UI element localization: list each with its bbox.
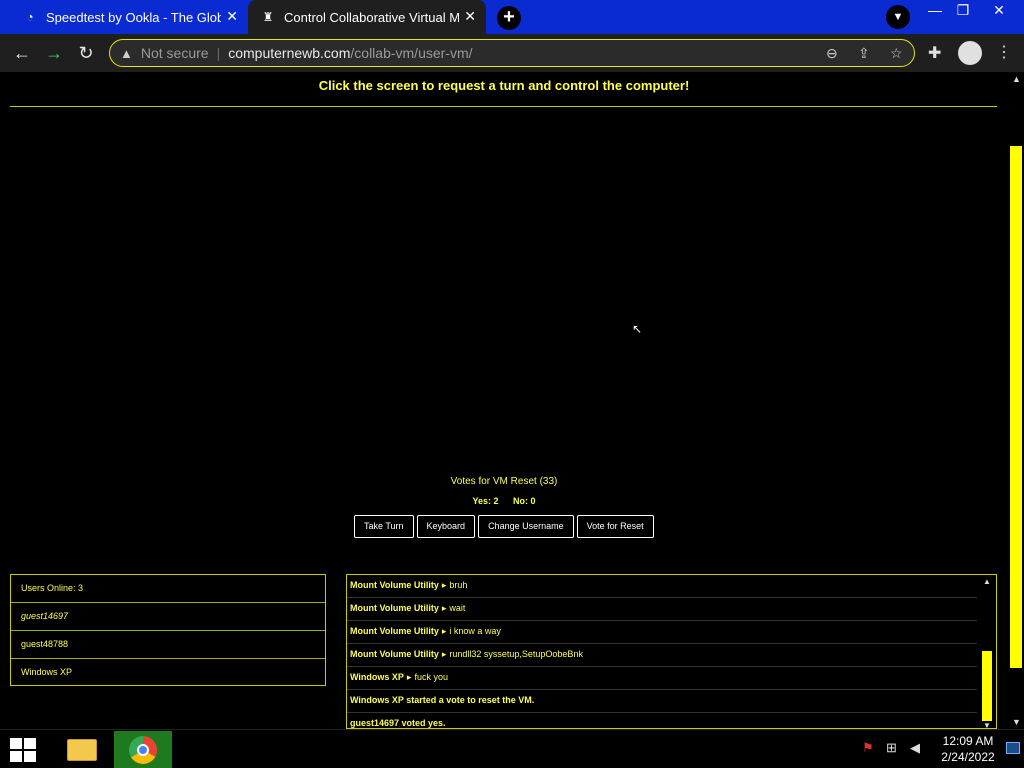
chat-text: rundll32 syssetup,SetupOobeBnk xyxy=(449,649,583,659)
security-label[interactable]: Not secure xyxy=(141,45,209,61)
user-list-item[interactable]: Windows XP xyxy=(11,659,325,687)
user-list-item[interactable]: guest14697 xyxy=(11,603,325,631)
clock-time: 12:09 AM xyxy=(942,734,994,748)
page-scroll-thumb[interactable] xyxy=(1010,146,1022,668)
action-center-flag-icon[interactable]: ⚑ xyxy=(862,740,874,756)
menu-icon[interactable]: ⋮ xyxy=(996,42,1012,62)
mouse-cursor-icon: ↖ xyxy=(632,322,643,336)
back-icon[interactable]: ← xyxy=(10,41,34,65)
chrome-taskbar-button[interactable] xyxy=(114,731,172,768)
minimize-button[interactable]: — xyxy=(920,2,950,22)
tab-title: Speedtest by Ookla - The Global Broadban… xyxy=(46,9,221,25)
divider xyxy=(10,106,997,107)
chat-arrow: ▸ xyxy=(441,580,447,590)
chat-message: Mount Volume Utility ▸ i know a way xyxy=(347,621,977,644)
tab-speedtest[interactable]: ◔ Speedtest by Ookla - The Global Broadb… xyxy=(8,0,248,34)
chat-text: bruh xyxy=(449,580,468,590)
extensions-icon[interactable]: ✚ xyxy=(928,43,941,63)
take-turn-button[interactable]: Take Turn xyxy=(354,515,414,538)
start-pane xyxy=(24,751,36,762)
scroll-up-icon[interactable]: ▲ xyxy=(983,577,991,586)
scroll-down-icon[interactable]: ▼ xyxy=(1012,717,1021,727)
page-content: Click the screen to request a turn and c… xyxy=(0,72,1008,729)
taskbar: ⚑ ⊞ ◀ 12:09 AM 2/24/2022 xyxy=(0,729,1024,768)
page-headline: Click the screen to request a turn and c… xyxy=(318,78,690,93)
vote-yes-count: Yes: 2 xyxy=(472,496,499,506)
close-icon[interactable]: ✕ xyxy=(226,8,238,25)
chat-arrow: ▸ xyxy=(441,603,447,613)
windows-start-icon[interactable] xyxy=(10,738,36,762)
chat-message: Mount Volume Utility ▸ rundll32 syssetup,S… xyxy=(347,644,977,667)
chrome-icon-core xyxy=(137,743,149,756)
system-clock[interactable]: 12:09 AM 2/24/2022 xyxy=(935,733,1001,765)
chat-message: Mount Volume Utility ▸ wait xyxy=(347,598,977,621)
start-pane xyxy=(24,738,36,749)
page-scrollbar[interactable]: ▲ ▼ xyxy=(1008,72,1024,729)
close-icon[interactable]: ✕ xyxy=(464,8,476,25)
user-list-item[interactable]: guest48788 xyxy=(11,631,325,659)
vote-title: Votes for VM Reset (33) xyxy=(450,476,558,487)
divider: | xyxy=(216,45,221,61)
start-pane xyxy=(10,738,22,749)
action-buttons: Take Turn Keyboard Change Username Vote … xyxy=(354,515,654,538)
chrome-icon xyxy=(129,735,157,764)
chat-system-message: Windows XP started a vote to reset the V… xyxy=(347,690,977,713)
chat-username: Mount Volume Utility xyxy=(350,649,439,659)
warning-icon[interactable]: ▲ xyxy=(120,46,133,61)
url-host[interactable]: computernewb.com xyxy=(228,45,350,61)
chat-username: Mount Volume Utility xyxy=(350,626,439,636)
chat-arrow: ▸ xyxy=(441,649,447,659)
chat-arrow: ▸ xyxy=(406,672,412,682)
chat-message: Windows XP ▸ fuck you xyxy=(347,667,977,690)
chat-scroll-thumb[interactable] xyxy=(982,651,992,721)
chat-text: i know a way xyxy=(449,626,501,636)
speedtest-icon: ◔ xyxy=(26,10,34,24)
address-bar[interactable]: ▲ Not secure | computernewb.com /collab-… xyxy=(109,39,915,67)
chat-system-message: guest14697 voted yes. xyxy=(347,713,977,728)
scroll-down-icon[interactable]: ▼ xyxy=(983,721,991,728)
tab-title: Control Collaborative Virtual Machine xyxy=(284,9,459,25)
chat-text: fuck you xyxy=(414,672,448,682)
share-icon[interactable]: ⇪ xyxy=(858,45,870,62)
chat-panel: Mount Volume Utility ▸ bruh Mount Volume U… xyxy=(346,574,997,729)
vote-reset-button[interactable]: Vote for Reset xyxy=(576,515,654,538)
chat-scrollbar[interactable]: ▲ ▼ xyxy=(980,575,994,728)
change-username-button[interactable]: Change Username xyxy=(478,515,574,538)
url-path[interactable]: /collab-vm/user-vm/ xyxy=(350,45,472,61)
clock-date: 2/24/2022 xyxy=(941,750,995,764)
tab-search-icon[interactable]: ▼ xyxy=(886,5,910,29)
chat-text: wait xyxy=(449,603,466,613)
vote-counts: Yes: 2 No: 0 xyxy=(0,496,1008,506)
profile-avatar[interactable] xyxy=(958,41,982,65)
vm-display[interactable]: ↖ xyxy=(10,108,997,470)
keyboard-button[interactable]: Keyboard xyxy=(416,515,476,538)
browser-toolbar: ← → ↻ ▲ Not secure | computernewb.com /c… xyxy=(0,34,1024,72)
forward-icon[interactable]: → xyxy=(42,41,66,65)
scroll-up-icon[interactable]: ▲ xyxy=(1012,74,1021,84)
zoom-icon[interactable]: ⊖ xyxy=(826,45,838,62)
collabvm-icon: ♜ xyxy=(262,10,274,24)
tab-collabvm[interactable]: ♜ Control Collaborative Virtual Machine … xyxy=(248,0,486,34)
chat-username: Mount Volume Utility xyxy=(350,603,439,613)
start-pane xyxy=(10,751,22,762)
vote-no-count: No: 0 xyxy=(513,496,536,506)
show-desktop-icon[interactable] xyxy=(1006,742,1020,754)
window-close-button[interactable]: ✕ xyxy=(984,2,1014,22)
chat-username: Mount Volume Utility xyxy=(350,580,439,590)
browser-tab-bar: ◔ Speedtest by Ookla - The Global Broadb… xyxy=(0,0,1024,34)
volume-muted-icon[interactable]: ◀ xyxy=(910,740,920,756)
new-tab-button[interactable]: + xyxy=(497,6,521,30)
bookmark-star-icon[interactable]: ☆ xyxy=(890,45,903,62)
chat-username: Windows XP xyxy=(350,672,404,682)
reload-icon[interactable]: ↻ xyxy=(74,41,98,65)
chat-message: Mount Volume Utility ▸ bruh xyxy=(347,575,977,598)
file-explorer-icon[interactable] xyxy=(58,731,106,768)
folder-icon xyxy=(67,738,97,761)
chat-arrow: ▸ xyxy=(441,626,447,636)
users-online-label: Users Online: 3 xyxy=(11,575,325,603)
users-panel: Users Online: 3 guest14697 guest48788 Wi… xyxy=(10,574,326,686)
restore-button[interactable]: ❐ xyxy=(948,2,978,22)
network-icon[interactable]: ⊞ xyxy=(886,740,897,756)
